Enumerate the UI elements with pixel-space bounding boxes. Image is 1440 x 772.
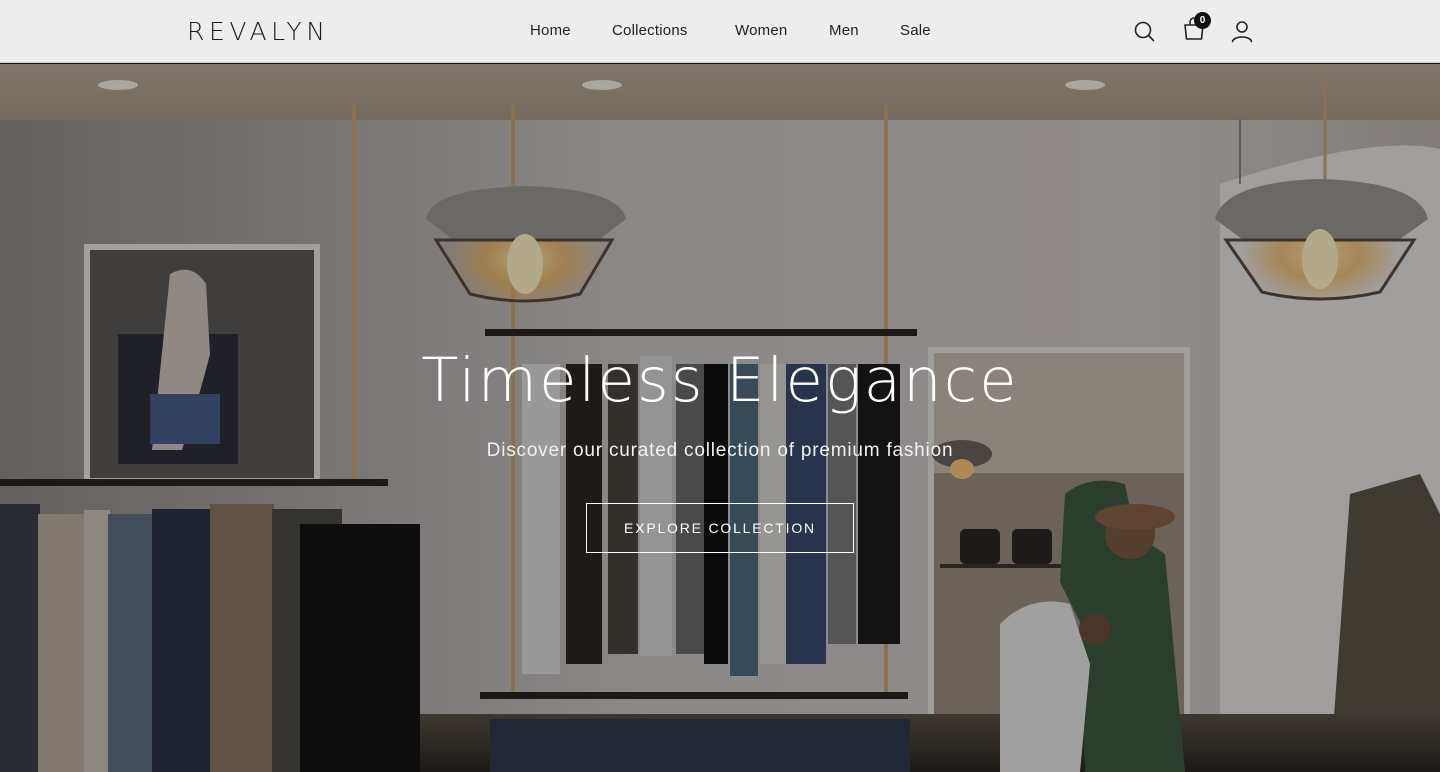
nav-link-collections[interactable]: Collections (612, 22, 688, 40)
site-header: REVALYN Home Collections Women Men Sale … (0, 0, 1440, 63)
cart-button[interactable]: 0 (1181, 12, 1211, 43)
user-icon[interactable] (1230, 18, 1254, 44)
explore-collection-button[interactable]: EXPLORE COLLECTION (586, 503, 854, 553)
nav-link-men[interactable]: Men (829, 22, 859, 40)
cart-count-badge: 0 (1194, 12, 1211, 29)
main-nav: Home Collections Women Men Sale (0, 0, 1440, 63)
hero-subtitle: Discover our curated collection of premi… (486, 440, 954, 461)
nav-link-women[interactable]: Women (735, 22, 787, 40)
hero-section: Timeless Elegance Discover our curated c… (0, 64, 1440, 772)
nav-link-sale[interactable]: Sale (900, 22, 931, 40)
hero-overlay (0, 64, 1440, 772)
search-icon[interactable] (1132, 18, 1156, 44)
hero-title: Timeless Elegance (421, 345, 1019, 416)
nav-link-home[interactable]: Home (530, 22, 571, 40)
